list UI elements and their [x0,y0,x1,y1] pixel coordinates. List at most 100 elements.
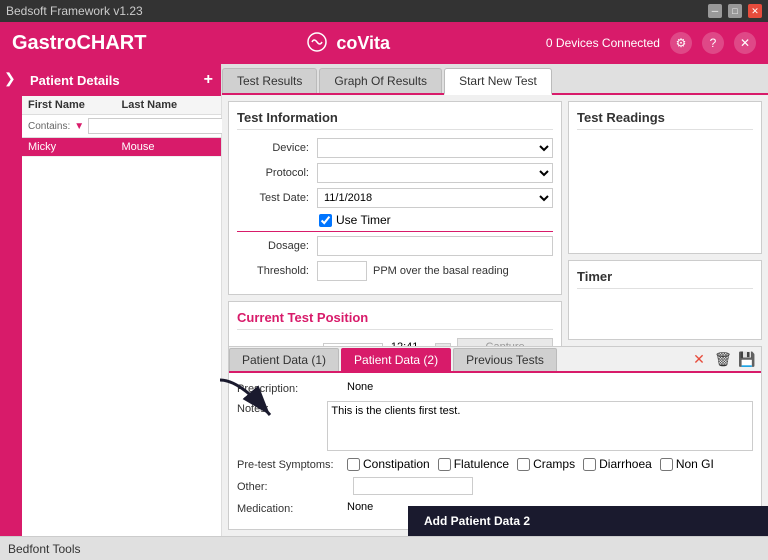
protocol-select[interactable] [317,163,553,183]
capture-reading-button[interactable]: Capture Reading [457,338,553,346]
flatulence-label: Flatulence [454,457,509,471]
symptoms-checkboxes: Constipation Flatulence Cramps Diar [347,457,714,471]
patient-data-section: Patient Data (1) Patient Data (2) Previo… [228,346,762,530]
separator [237,231,553,232]
patient-last-name: Mouse [122,141,216,153]
header-close-button[interactable]: ✕ [734,32,756,54]
current-test-box: Current Test Position Reading Time: 12:4… [228,301,562,346]
tab-start-new-test[interactable]: Start New Test [444,68,552,95]
tab-close-button[interactable]: ✕ [689,349,709,369]
medication-label: Medication: [237,501,347,515]
tab-delete-button[interactable]: 🗑 [713,349,733,369]
other-input[interactable] [353,477,473,495]
test-content: Test Information Device: Protocol: Test … [222,95,768,346]
flatulence-checkbox[interactable] [438,458,451,471]
patient-data-tabs: Patient Data (1) Patient Data (2) Previo… [229,347,761,373]
dosage-input[interactable] [317,236,553,256]
header-logo: coVita [302,28,390,58]
devices-text: 0 Devices Connected [546,36,660,50]
app-header: GastroCHART coVita 0 Devices Connected ⚙… [0,22,768,64]
diarrhoea-checkbox[interactable] [583,458,596,471]
prescription-value: None [347,381,753,393]
header-right: 0 Devices Connected ⚙ ? ✕ [546,32,756,54]
use-timer-row: Use Timer [319,213,553,227]
sidebar-title: Patient Details [30,73,120,88]
use-timer-checkbox[interactable] [319,214,332,227]
status-text: Bedfont Tools [8,542,81,556]
test-date-row: Test Date: 11/1/2018 [237,188,553,208]
test-readings-title: Test Readings [577,110,753,130]
notes-textarea[interactable]: This is the clients first test. [327,401,753,451]
notes-label: Notes: [237,401,327,415]
symptom-non-gi: Non GI [660,457,714,471]
sidebar-nav-arrow[interactable]: ❯ [0,68,20,89]
right-panel: Test Readings Timer [562,101,762,340]
diarrhoea-label: Diarrhoea [599,457,652,471]
sidebar: Patient Details + First Name Last Name C… [22,64,222,536]
banner-text: Add Patient Data 2 [424,514,530,528]
constipation-checkbox[interactable] [347,458,360,471]
title-bar-text: Bedsoft Framework v1.23 [6,4,143,18]
symptoms-row: Pre-test Symptoms: Constipation Flatulen… [237,457,753,471]
cramps-checkbox[interactable] [517,458,530,471]
timer-box: Timer [568,260,762,340]
patient-row[interactable]: Micky Mouse [22,138,221,157]
col-last-name: Last Name [122,99,216,111]
test-date-select[interactable]: 11/1/2018 [317,188,553,208]
window-close-button[interactable]: ✕ [748,4,762,18]
timer-title: Timer [577,269,753,289]
reading-time-row: Reading Time: 12:41 PI ▲ ▼ Capture Readi… [237,338,553,346]
other-label: Other: [237,479,347,493]
patient-list: Micky Mouse [22,138,221,536]
threshold-label: Threshold: [237,265,317,277]
sidebar-nav: ❯ [0,64,22,536]
tab-bar: Test Results Graph Of Results Start New … [222,64,768,95]
test-readings-box: Test Readings [568,101,762,254]
dosage-label: Dosage: [237,240,317,252]
left-panel: Test Information Device: Protocol: Test … [228,101,562,340]
ppm-label: PPM over the basal reading [373,265,509,277]
device-label: Device: [237,142,317,154]
symptom-constipation: Constipation [347,457,430,471]
patient-data-tab-prev[interactable]: Previous Tests [453,348,557,371]
tab-test-results[interactable]: Test Results [222,68,317,93]
constipation-label: Constipation [363,457,430,471]
other-row: Other: [237,477,753,495]
test-info-title: Test Information [237,110,553,130]
minimize-button[interactable]: ─ [708,4,722,18]
cramps-label: Cramps [533,457,575,471]
filter-label-first: Contains: [28,121,70,132]
maximize-button[interactable]: □ [728,4,742,18]
filter-input-first[interactable] [88,118,228,134]
test-date-label: Test Date: [237,192,317,204]
protocol-label: Protocol: [237,167,317,179]
col-first-name: First Name [28,99,122,111]
protocol-row: Protocol: [237,163,553,183]
tab-actions: ✕ 🗑 💾 [685,347,761,371]
non-gi-label: Non GI [676,457,714,471]
test-info-box: Test Information Device: Protocol: Test … [228,101,562,295]
settings-button[interactable]: ⚙ [670,32,692,54]
ppm-input[interactable] [317,261,367,281]
symptom-cramps: Cramps [517,457,575,471]
prescription-label: Prescription: [237,381,347,395]
notes-row: Notes: This is the clients first test. [237,401,753,451]
sidebar-header: Patient Details + [22,64,221,96]
dosage-row: Dosage: [237,236,553,256]
symptoms-label: Pre-test Symptoms: [237,457,347,471]
app-title: GastroCHART [12,32,146,55]
tab-graph-results[interactable]: Graph Of Results [319,68,442,93]
help-button[interactable]: ? [702,32,724,54]
sidebar-add-button[interactable]: + [204,71,213,89]
status-bar: Bedfont Tools [0,536,768,560]
patient-data-tab-2[interactable]: Patient Data (2) [341,348,451,371]
symptom-flatulence: Flatulence [438,457,509,471]
non-gi-checkbox[interactable] [660,458,673,471]
filter-row: Contains: ▼ Contains: ▼ [22,115,221,138]
tab-save-button[interactable]: 💾 [737,349,757,369]
device-select[interactable] [317,138,553,158]
use-timer-label: Use Timer [336,213,391,227]
title-bar: Bedsoft Framework v1.23 ─ □ ✕ [0,0,768,22]
patient-data-tab-1[interactable]: Patient Data (1) [229,348,339,371]
logo-icon [302,28,332,58]
